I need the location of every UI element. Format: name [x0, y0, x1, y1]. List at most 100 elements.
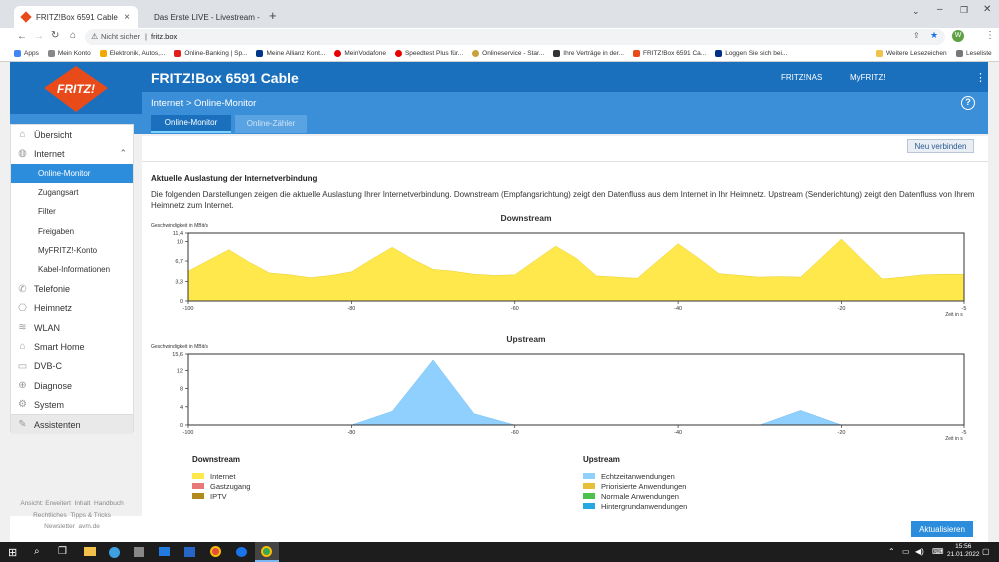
bookmark-item[interactable]: MeinVodafone — [334, 50, 386, 57]
share-icon[interactable]: ⇪ — [913, 31, 920, 40]
bookmark-item[interactable]: Mein Konto — [47, 50, 91, 57]
volume-icon[interactable]: ◀) — [915, 547, 924, 556]
sidebar-item-assistenten[interactable]: ✎ Assistenten — [11, 414, 133, 434]
bookmark-folder-more[interactable]: Weitere Lesezeichen — [876, 50, 947, 57]
app-icon[interactable] — [134, 547, 144, 557]
sidebar-item-zugangsart[interactable]: Zugangsart — [11, 183, 133, 202]
avm-link[interactable]: avm.de — [79, 523, 100, 530]
forward-icon[interactable]: → — [34, 31, 44, 42]
sidebar-item-wlan[interactable]: ≋ WLAN — [11, 318, 133, 337]
tab-search-icon[interactable]: ⌄ — [912, 6, 920, 17]
sidebar-item-diagnose[interactable]: ⊕ Diagnose — [11, 376, 133, 395]
bookmark-item[interactable]: Loggen Sie sich bei... — [715, 50, 787, 57]
menu-dots-icon[interactable]: ⋮ — [975, 71, 986, 84]
profile-avatar[interactable]: W — [952, 30, 964, 42]
y-axis-label: Geschwindigkeit in MBit/s — [151, 223, 208, 229]
tab-online-zaehler[interactable]: Online-Zähler — [235, 115, 307, 133]
sidebar-item-telefonie[interactable]: ✆ Telefonie — [11, 279, 133, 298]
explorer-icon[interactable] — [84, 547, 96, 556]
sidebar-item-label: Heimnetz — [34, 303, 73, 314]
url-text: fritz.box — [151, 32, 178, 41]
chevron-up-icon[interactable]: ⌃ — [119, 148, 127, 159]
search-icon[interactable]: ⌕ — [34, 546, 40, 557]
sidebar-item-label: Zugangsart — [38, 188, 79, 198]
sidebar-item-dvb-c[interactable]: ▭ DVB-C — [11, 357, 133, 376]
tray-chevron-icon[interactable]: ⌃ — [888, 547, 895, 556]
system-icon: ⚙ — [18, 399, 27, 411]
fritznas-link[interactable]: FRITZ!NAS — [781, 73, 822, 82]
refresh-button[interactable]: Aktualisieren — [911, 521, 973, 537]
sidebar-item--bersicht[interactable]: ⌂ Übersicht — [11, 125, 133, 144]
bookmark-item[interactable]: FRITZ!Box 6591 Ca... — [632, 50, 706, 57]
bookmark-item[interactable]: Meine Allianz Kont... — [256, 50, 325, 57]
sidebar-item-freigaben[interactable]: Freigaben — [11, 221, 133, 240]
diagnose-icon: ⊕ — [18, 380, 27, 391]
myfritz-link[interactable]: MyFRITZ! — [850, 73, 886, 82]
browser-tab-daserste[interactable]: Das Erste LIVE - Livestream - ◀) × — [140, 6, 262, 28]
sidebar-item-smart-home[interactable]: ⌂ Smart Home — [11, 337, 133, 356]
series-area-internet — [187, 238, 965, 302]
sidebar-item-heimnetz[interactable]: ⎔ Heimnetz — [11, 299, 133, 318]
network-icon[interactable]: ▭ — [902, 547, 910, 556]
y-tick-label: 12 — [177, 368, 183, 374]
close-tab-icon[interactable]: × — [124, 12, 130, 23]
bookmark-apps[interactable]: Apps — [14, 50, 39, 57]
sidebar-item-filter[interactable]: Filter — [11, 202, 133, 221]
sidebar-item-kabel-informationen[interactable]: Kabel-Informationen — [11, 260, 133, 279]
legend-upstream: Echtzeitanwendungen Priorisierte Anwendu… — [583, 471, 687, 511]
reconnect-button[interactable]: Neu verbinden — [907, 139, 974, 153]
manual-link[interactable]: Handbuch — [94, 500, 124, 507]
bookmark-item[interactable]: Onlineservice - Star... — [472, 50, 544, 57]
edge-icon[interactable] — [109, 547, 120, 558]
help-icon[interactable]: ? — [961, 96, 975, 110]
task-view-icon[interactable]: ❐ — [58, 546, 67, 557]
close-window-button[interactable]: ✕ — [983, 4, 991, 15]
sidebar-item-internet[interactable]: ◍ Internet ⌃ — [11, 144, 133, 163]
contents-link[interactable]: Inhalt — [75, 500, 91, 507]
newsletter-link[interactable]: Newsletter — [44, 523, 75, 530]
home-icon[interactable]: ⌂ — [70, 30, 76, 41]
breadcrumb-internet[interactable]: Internet — [151, 98, 183, 109]
bookmark-item[interactable]: Online-Banking | Sp... — [174, 50, 247, 57]
opera-icon[interactable] — [210, 546, 221, 557]
new-tab-button[interactable]: + — [269, 8, 277, 23]
chat-icon[interactable] — [236, 547, 247, 557]
sidebar-item-online-monitor[interactable]: Online-Monitor — [11, 163, 133, 183]
store-icon[interactable] — [184, 547, 195, 557]
notification-icon[interactable]: ▢ — [982, 547, 990, 556]
address-bar[interactable]: ⚠ Nicht sicher | fritz.box ⇪ ★ — [85, 29, 945, 45]
fritz-logo[interactable]: FRITZ! — [10, 62, 142, 114]
reload-icon[interactable]: ↻ — [51, 30, 59, 41]
back-icon[interactable]: ← — [17, 31, 27, 42]
series-area-echtzeitanwendungen — [188, 359, 964, 426]
sidebar-item-system[interactable]: ⚙ System — [11, 395, 133, 414]
bookmark-item[interactable]: Elektronik, Autos,... — [99, 50, 165, 57]
reading-list[interactable]: Leseliste — [956, 50, 992, 57]
x-tick-label: -100 — [182, 430, 193, 436]
legend-downstream: Internet Gastzugang IPTV — [192, 471, 250, 501]
legal-link[interactable]: Rechtliches — [33, 512, 67, 519]
tab-online-monitor[interactable]: Online-Monitor — [151, 115, 231, 133]
browser-tab-bar: FRITZ!Box 6591 Cable × Das Erste LIVE - … — [0, 0, 999, 28]
maximize-button[interactable]: ❐ — [960, 5, 968, 16]
start-icon[interactable]: ⊞ — [8, 546, 17, 559]
bookmark-star-icon[interactable]: ★ — [930, 30, 938, 41]
legend-item-iptv: IPTV — [192, 491, 250, 501]
menu-dots-icon[interactable]: ⋮ — [985, 30, 995, 41]
minimize-button[interactable]: – — [937, 4, 943, 15]
sidebar-item-myfritz-konto[interactable]: MyFRITZ!-Konto — [11, 241, 133, 260]
bookmark-item[interactable]: Ihre Verträge in der... — [553, 50, 624, 57]
bookmark-item[interactable]: Speedtest Plus für... — [394, 50, 463, 57]
keyboard-icon[interactable]: ⌨ — [932, 547, 944, 556]
browser-tab-fritzbox[interactable]: FRITZ!Box 6591 Cable × — [14, 6, 138, 28]
chrome-taskbar-button[interactable] — [255, 542, 279, 562]
mail-icon[interactable] — [159, 547, 170, 556]
legend-item-internet: Internet — [192, 471, 250, 481]
sidebar-item-label: Assistenten — [34, 419, 81, 430]
clock[interactable]: 15:56 21.01.2022 — [947, 543, 980, 559]
sidebar-item-label: Freigaben — [38, 226, 75, 236]
network-icon: ⎔ — [18, 302, 27, 314]
tips-link[interactable]: Tipps & Tricks — [70, 512, 111, 519]
x-tick-label: -100 — [182, 306, 193, 312]
view-mode-link[interactable]: Ansicht: Erweitert — [20, 500, 71, 507]
